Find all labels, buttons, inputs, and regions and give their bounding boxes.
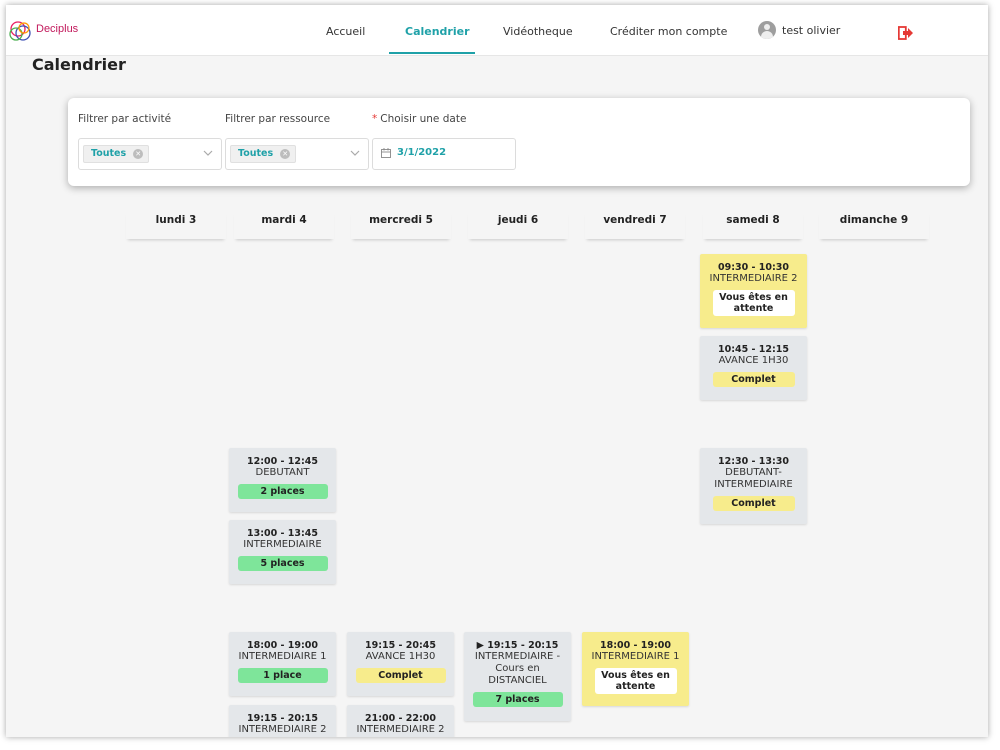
nav-videotheque[interactable]: Vidéotheque: [503, 25, 573, 38]
day-header-saturday: samedi 8: [703, 211, 803, 239]
required-mark: *: [372, 113, 378, 125]
event-card[interactable]: 13:00 - 13:45 INTERMEDIAIRE 5 places: [229, 520, 336, 584]
places-status-badge: 2 places: [237, 484, 328, 499]
day-header-thursday: jeudi 6: [468, 211, 568, 239]
page-title: Calendrier: [32, 55, 126, 74]
event-card[interactable]: 18:00 - 19:00 INTERMEDIAIRE 1 Vous êtes …: [582, 632, 689, 706]
video-play-icon: ▶︎: [476, 640, 484, 651]
remove-tag-icon[interactable]: ✕: [280, 149, 291, 159]
full-status-badge: Complet: [712, 372, 795, 387]
event-card[interactable]: 19:15 - 20:15 INTERMEDIAIRE 2: [229, 705, 336, 737]
top-navbar: Deciplus Accueil Calendrier Vidéotheque …: [6, 5, 988, 56]
user-avatar-icon[interactable]: [758, 21, 776, 39]
event-card[interactable]: 18:00 - 19:00 INTERMEDIAIRE 1 1 place: [229, 632, 336, 696]
active-tab-indicator: [389, 52, 475, 54]
date-filter-label: * Choisir une date: [372, 113, 467, 125]
activity-filter-tag[interactable]: Toutes ✕: [83, 145, 150, 163]
activity-filter-label: Filtrer par activité: [78, 113, 172, 125]
event-card[interactable]: 09:30 - 10:30 INTERMEDIAIRE 2 Vous êtes …: [700, 254, 807, 328]
event-card[interactable]: 10:45 - 12:15 AVANCE 1H30 Complet: [700, 336, 807, 400]
nav-crediter-compte[interactable]: Créditer mon compte: [610, 25, 727, 38]
waiting-status-badge: Vous êtes en attente: [594, 668, 677, 694]
places-status-badge: 5 places: [237, 556, 328, 571]
chevron-down-icon[interactable]: [350, 149, 360, 157]
app-window: Deciplus Accueil Calendrier Vidéotheque …: [6, 5, 988, 737]
deciplus-logo-icon[interactable]: [8, 19, 38, 43]
remove-tag-icon[interactable]: ✕: [133, 149, 144, 159]
day-header-wednesday: mercredi 5: [351, 211, 451, 239]
calendar-icon: [381, 148, 391, 158]
date-picker-input[interactable]: 3/1/2022: [372, 138, 516, 170]
full-status-badge: Complet: [355, 668, 446, 683]
nav-calendrier[interactable]: Calendrier: [405, 25, 470, 38]
day-header-monday: lundi 3: [126, 211, 226, 239]
places-status-badge: 1 place: [237, 668, 328, 683]
event-card[interactable]: 12:00 - 12:45 DEBUTANT 2 places: [229, 448, 336, 512]
resource-filter-tag[interactable]: Toutes ✕: [230, 145, 297, 163]
resource-filter-select[interactable]: Toutes ✕: [225, 138, 369, 170]
day-header-friday: vendredi 7: [585, 211, 685, 239]
user-name[interactable]: test olivier: [782, 24, 840, 37]
logo-text: Deciplus: [36, 23, 79, 35]
event-card[interactable]: ▶︎ 19:15 - 20:15 INTERMEDIAIRE - Cours e…: [464, 632, 571, 721]
chevron-down-icon[interactable]: [203, 149, 213, 157]
resource-filter-label: Filtrer par ressource: [225, 113, 331, 125]
places-status-badge: 7 places: [472, 692, 563, 707]
event-card[interactable]: 19:15 - 20:45 AVANCE 1H30 Complet: [347, 632, 454, 696]
day-header-sunday: dimanche 9: [819, 211, 929, 239]
full-status-badge: Complet: [712, 496, 795, 511]
waiting-status-badge: Vous êtes en attente: [712, 290, 795, 316]
filter-panel: Filtrer par activité Toutes ✕ Filtrer pa…: [68, 98, 970, 186]
activity-filter-select[interactable]: Toutes ✕: [78, 138, 222, 170]
event-card[interactable]: 12:30 - 13:30 DEBUTANT-INTERMEDIAIRE Com…: [700, 448, 807, 524]
event-card[interactable]: 21:00 - 22:00 INTERMEDIAIRE 2: [347, 705, 454, 737]
date-value: 3/1/2022: [397, 147, 447, 158]
logout-icon[interactable]: [898, 26, 914, 40]
day-header-tuesday: mardi 4: [234, 211, 334, 239]
nav-accueil[interactable]: Accueil: [326, 25, 365, 38]
